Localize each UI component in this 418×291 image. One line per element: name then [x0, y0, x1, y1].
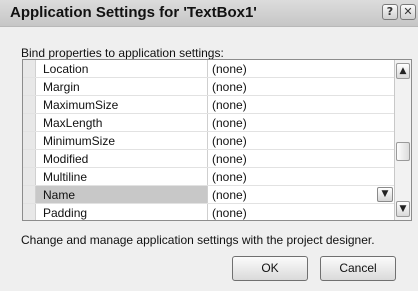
column-separator [207, 150, 208, 167]
cancel-button[interactable]: Cancel [320, 256, 396, 281]
property-value[interactable]: (none) [212, 80, 247, 94]
row-gutter [23, 186, 36, 203]
property-row[interactable]: Multiline (none) [23, 168, 394, 186]
property-row[interactable]: MaxLength (none) [23, 114, 394, 132]
property-name: MinimumSize [43, 134, 116, 148]
property-row[interactable]: Location (none) [23, 60, 394, 78]
property-row[interactable]: Padding (none) [23, 204, 394, 220]
column-separator [207, 114, 208, 131]
property-value[interactable]: (none) [212, 170, 247, 184]
property-name: Name [43, 188, 76, 202]
property-value[interactable]: (none) [212, 134, 247, 148]
row-gutter [23, 204, 36, 220]
column-separator [207, 132, 208, 149]
property-name: Modified [43, 152, 89, 166]
property-value[interactable]: (none) [212, 206, 247, 220]
row-gutter [23, 114, 36, 131]
property-name: Padding [43, 206, 88, 220]
property-row[interactable]: MaximumSize (none) [23, 96, 394, 114]
dialog-title: Application Settings for 'TextBox1' [10, 4, 257, 21]
application-settings-dialog: Application Settings for 'TextBox1' ? ✕ … [0, 0, 418, 291]
row-gutter [23, 60, 36, 77]
property-row[interactable]: MinimumSize (none) [23, 132, 394, 150]
property-row[interactable]: Margin (none) [23, 78, 394, 96]
property-name: MaximumSize [43, 98, 119, 112]
row-gutter [23, 132, 36, 149]
property-name: Margin [43, 80, 80, 94]
column-separator [207, 204, 208, 220]
column-separator [207, 186, 208, 203]
property-value[interactable]: (none) [212, 98, 247, 112]
chevron-down-icon[interactable]: ▼ [396, 201, 410, 217]
row-gutter [23, 78, 36, 95]
property-grid: Location (none) Margin (none) MaximumSiz… [22, 59, 412, 221]
row-gutter [23, 168, 36, 185]
row-gutter [23, 150, 36, 167]
property-value[interactable]: (none) [212, 116, 247, 130]
property-value[interactable]: (none) [212, 188, 247, 202]
property-row[interactable]: Modified (none) [23, 150, 394, 168]
property-value[interactable]: (none) [212, 62, 247, 76]
close-icon[interactable]: ✕ [400, 4, 416, 20]
property-name: Multiline [43, 170, 88, 184]
bind-properties-label: Bind properties to application settings: [21, 46, 224, 60]
column-separator [207, 96, 208, 113]
setting-dropdown-button[interactable]: ▼ [377, 187, 393, 202]
property-name: Location [43, 62, 89, 76]
column-separator [207, 168, 208, 185]
chevron-up-icon[interactable]: ▲ [396, 63, 410, 79]
scrollbar-thumb[interactable] [396, 142, 410, 161]
column-separator [207, 60, 208, 77]
property-row-selected[interactable]: Name (none) ▼ [23, 186, 394, 204]
description-text: Change and manage application settings w… [21, 233, 375, 247]
help-icon[interactable]: ? [382, 4, 398, 20]
property-name: MaxLength [43, 116, 103, 130]
vertical-scrollbar[interactable]: ▲ ▼ [394, 60, 411, 220]
column-separator [207, 78, 208, 95]
row-gutter [23, 96, 36, 113]
ok-button[interactable]: OK [232, 256, 308, 281]
property-value[interactable]: (none) [212, 152, 247, 166]
title-bar[interactable]: Application Settings for 'TextBox1' ? ✕ [0, 0, 418, 27]
